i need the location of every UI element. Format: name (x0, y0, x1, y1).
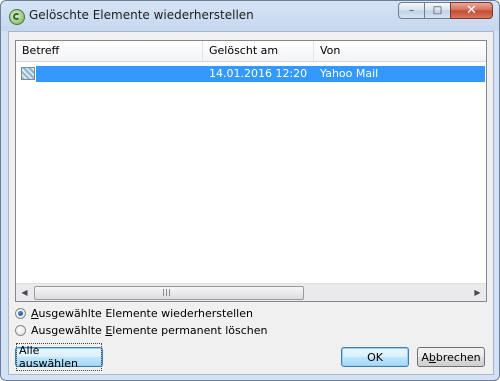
restore-radio-label: Ausgewählte Elemente wiederherstellen (31, 306, 253, 320)
maximize-button[interactable]: □ (424, 2, 450, 19)
scrollbar-thumb[interactable] (34, 286, 304, 300)
column-header-deleted-at[interactable]: Gelöscht am (203, 41, 314, 61)
cancel-button[interactable]: Abbrechen (417, 347, 485, 367)
scroll-left-icon[interactable]: ◀ (16, 284, 33, 301)
list-header: Betreff Gelöscht am Von (16, 41, 486, 62)
cancel-label: Abbrechen (421, 350, 481, 364)
minimize-icon: – (409, 5, 414, 16)
close-button[interactable]: ✕ (450, 2, 493, 19)
dialog-window: Gelöschte Elemente wiederherstellen – □ … (0, 0, 500, 381)
column-header-subject[interactable]: Betreff (16, 41, 203, 61)
restore-app-icon (9, 9, 25, 25)
minimize-button[interactable]: – (398, 2, 424, 19)
window-title: Gelöschte Elemente wiederherstellen (29, 8, 254, 22)
ok-button[interactable]: OK (341, 347, 409, 367)
ok-label: OK (367, 350, 383, 364)
option-delete-permanently[interactable]: Ausgewählte Elemente permanent löschen (15, 322, 267, 338)
dialog-client-area: Betreff Gelöscht am Von 14.01.2016 12:20… (8, 31, 494, 375)
mail-item-icon (21, 67, 35, 80)
delete-permanently-radio[interactable] (15, 324, 26, 336)
option-restore[interactable]: Ausgewählte Elemente wiederherstellen (15, 305, 253, 321)
table-row[interactable]: 14.01.2016 12:20 Yahoo Mail (36, 66, 485, 82)
select-all-label: Alle auswählen (16, 343, 102, 371)
cell-deleted-at: 14.01.2016 12:20 (209, 67, 308, 80)
restore-radio[interactable] (15, 307, 26, 319)
caption-buttons: – □ ✕ (398, 2, 493, 19)
horizontal-scrollbar[interactable]: ◀ ▶ (16, 283, 486, 301)
title-bar[interactable]: Gelöschte Elemente wiederherstellen – □ … (1, 1, 499, 31)
cell-from: Yahoo Mail (320, 67, 379, 80)
column-header-from[interactable]: Von (314, 41, 486, 61)
scroll-right-icon[interactable]: ▶ (469, 284, 486, 301)
maximize-icon: □ (432, 5, 443, 16)
delete-permanently-radio-label: Ausgewählte Elemente permanent löschen (31, 323, 268, 337)
deleted-items-list[interactable]: Betreff Gelöscht am Von 14.01.2016 12:20… (15, 40, 487, 302)
select-all-button[interactable]: Alle auswählen (15, 343, 103, 371)
close-icon: ✕ (466, 3, 477, 18)
